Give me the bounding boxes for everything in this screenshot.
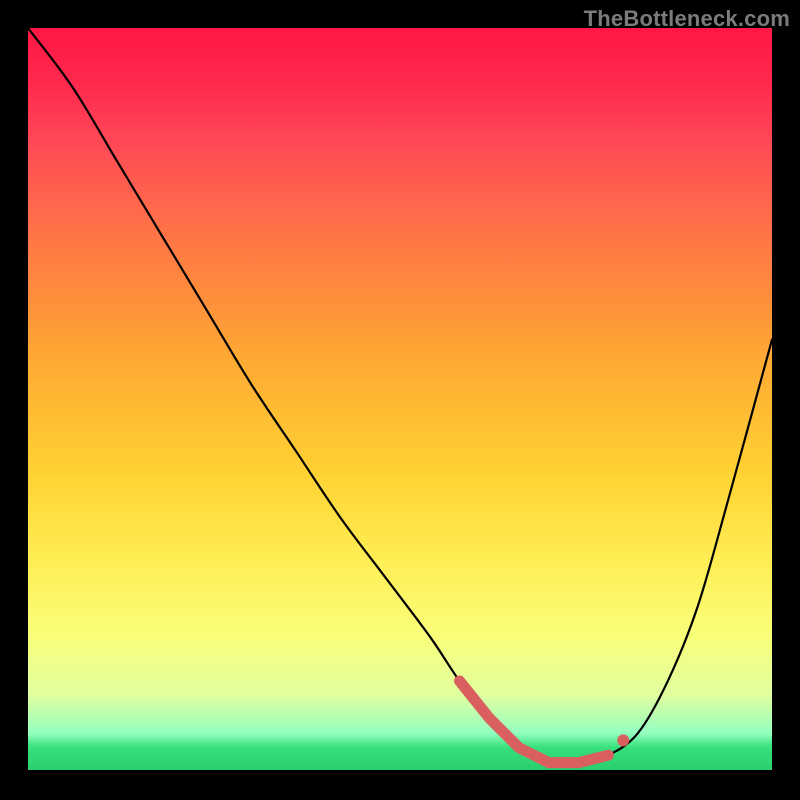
curve-layer xyxy=(28,28,772,770)
highlight-dot xyxy=(617,734,629,746)
highlight-band xyxy=(460,681,609,763)
bottleneck-curve xyxy=(28,28,772,764)
plot-area xyxy=(28,28,772,770)
chart-frame: TheBottleneck.com xyxy=(0,0,800,800)
